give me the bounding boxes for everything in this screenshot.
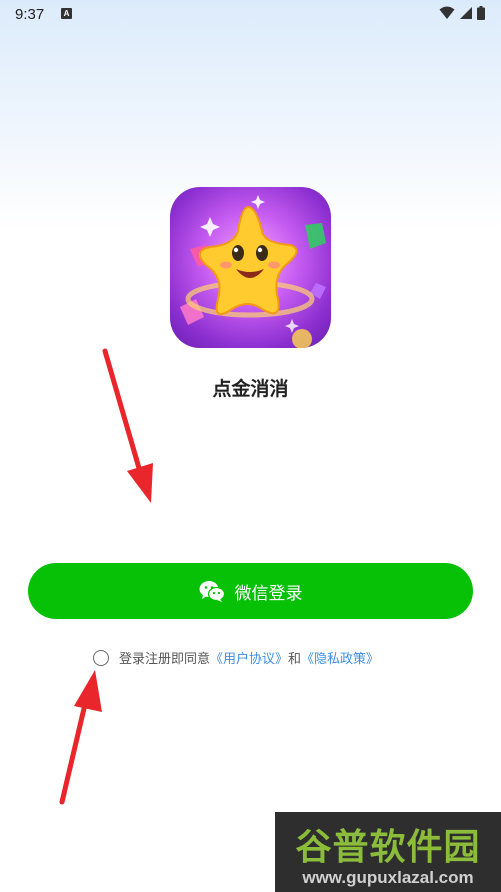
- status-time: 9:37: [15, 6, 45, 23]
- annotation-arrow-up: [59, 670, 102, 805]
- app-logo: [170, 187, 331, 348]
- wechat-login-button[interactable]: 微信登录: [28, 563, 473, 619]
- watermark-title: 谷普软件园: [295, 827, 481, 868]
- watermark: 谷普软件园 www.gupuxlazal.com: [275, 812, 501, 892]
- notification-icon: A: [61, 8, 72, 19]
- watermark-url: www.gupuxlazal.com: [302, 868, 474, 887]
- agreement-row: 登录注册即同意 《用户协议》 和 《隐私政策》: [93, 648, 379, 667]
- agreement-prefix: 登录注册即同意: [119, 652, 211, 667]
- annotation-arrow-down: [102, 348, 153, 503]
- user-agreement-link[interactable]: 《用户协议》: [210, 648, 288, 667]
- app-name: 点金消消: [212, 378, 289, 400]
- privacy-policy-link[interactable]: 《隐私政策》: [301, 648, 379, 667]
- wifi-icon: [439, 6, 455, 19]
- agreement-conjunction: 和: [288, 652, 302, 667]
- status-icons: [439, 6, 485, 20]
- status-bar: 9:37 A: [0, 0, 501, 30]
- star-character-icon: [180, 195, 326, 348]
- wechat-icon: [199, 581, 225, 602]
- battery-icon: [477, 6, 485, 20]
- wechat-login-label: 微信登录: [234, 583, 303, 604]
- signal-icon: [460, 7, 472, 19]
